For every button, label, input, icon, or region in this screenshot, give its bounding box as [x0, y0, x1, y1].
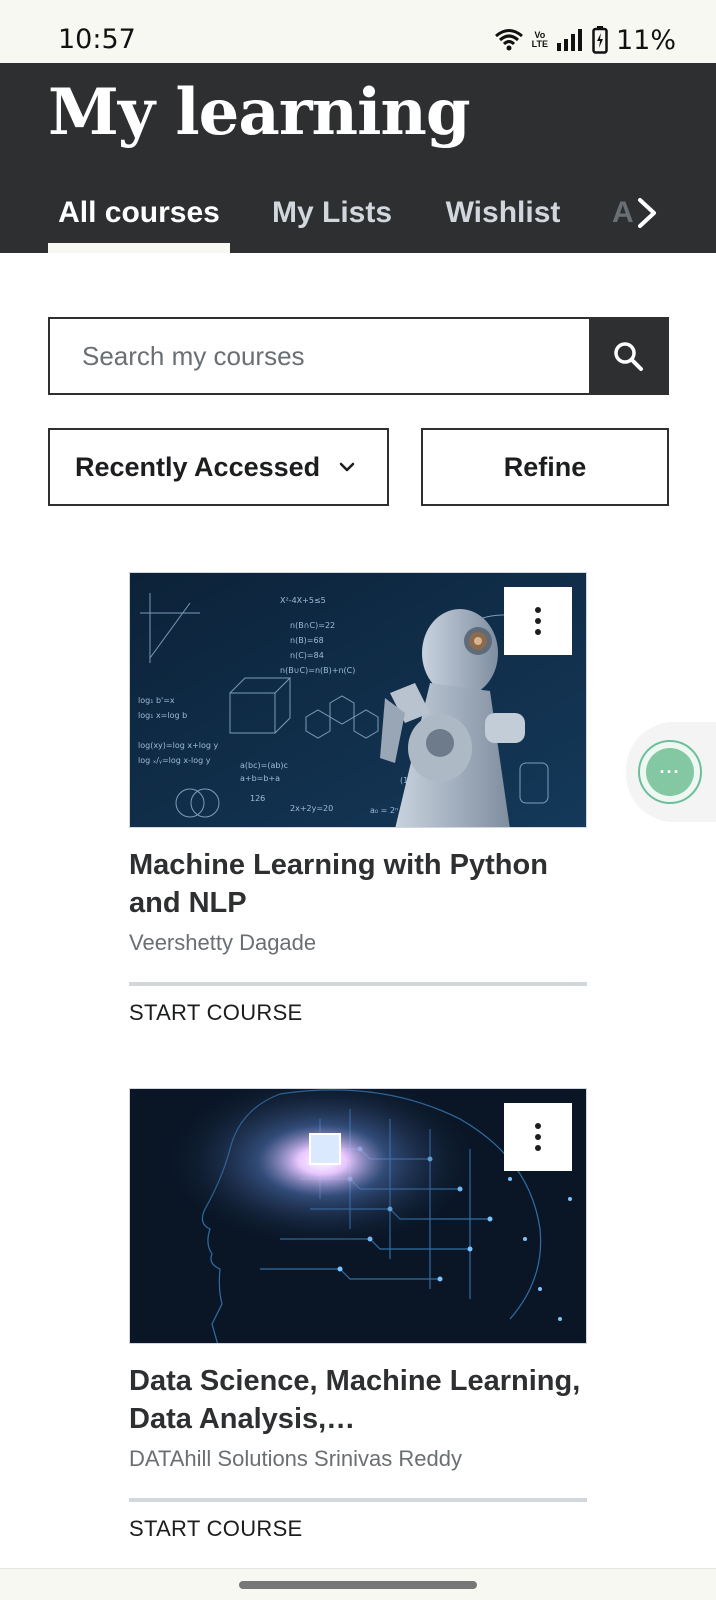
status-time: 10:57 — [58, 24, 136, 55]
course-title[interactable]: Data Science, Machine Learning, Data Ana… — [129, 1362, 587, 1438]
chat-assistant-button[interactable]: ··· — [626, 722, 716, 822]
more-options-button[interactable] — [504, 587, 572, 655]
svg-text:a₀ = 2ⁿ: a₀ = 2ⁿ — [370, 806, 398, 815]
tab-wishlist[interactable]: Wishlist — [439, 173, 567, 253]
svg-text:log₁ b'=x: log₁ b'=x — [138, 696, 175, 705]
sort-label: Recently Accessed — [75, 451, 321, 482]
status-icons: Vo LTE 11% — [494, 24, 676, 56]
search-box — [48, 317, 669, 395]
gesture-handle[interactable] — [239, 1581, 477, 1589]
chat-bubble-icon: ··· — [638, 740, 702, 804]
svg-text:a(bc)=(ab)c: a(bc)=(ab)c — [240, 761, 288, 770]
battery-percent: 11% — [615, 24, 676, 56]
course-title[interactable]: Machine Learning with Python and NLP — [129, 846, 587, 922]
chevron-down-icon — [339, 462, 355, 472]
svg-text:n(B)=68: n(B)=68 — [290, 636, 324, 645]
svg-text:log₁ x=log b: log₁ x=log b — [138, 711, 187, 720]
search-icon — [614, 342, 643, 371]
header: My learning All courses My Lists Wishlis… — [0, 63, 716, 253]
course-progress-bar — [129, 1498, 587, 1502]
start-course-link[interactable]: START COURSE — [129, 1516, 587, 1542]
svg-text:X²-4X+5≤5: X²-4X+5≤5 — [280, 596, 326, 605]
svg-text:126: 126 — [250, 794, 265, 803]
svg-text:2x+2y=20: 2x+2y=20 — [290, 804, 333, 813]
volte-icon: Vo LTE — [531, 30, 548, 49]
chevron-right-icon[interactable] — [628, 195, 664, 231]
signal-icon — [556, 29, 582, 51]
start-course-link[interactable]: START COURSE — [129, 1000, 587, 1026]
sort-dropdown[interactable]: Recently Accessed — [48, 428, 389, 506]
search-button[interactable] — [589, 319, 667, 393]
search-input[interactable] — [50, 319, 589, 393]
svg-text:log ₓ/ᵧ=log x-log y: log ₓ/ᵧ=log x-log y — [138, 756, 211, 765]
svg-text:n(B∩C)=22: n(B∩C)=22 — [290, 621, 335, 630]
course-progress-bar — [129, 982, 587, 986]
status-bar: 10:57 Vo LTE 11% — [0, 0, 716, 63]
battery-icon — [592, 26, 608, 54]
course-instructor: DATAhill Solutions Srinivas Reddy — [129, 1446, 462, 1471]
robot-formulas-thumbnail[interactable]: X²-4X+5≤5 n(B∩C)=22 n(B)=68 n(C)=84 n(B∪… — [129, 572, 587, 828]
refine-button[interactable]: Refine — [421, 428, 669, 506]
page-title: My learning — [48, 75, 471, 150]
svg-text:a+b=b+a: a+b=b+a — [240, 774, 280, 783]
tab-bar: All courses My Lists Wishlist A — [0, 173, 716, 253]
svg-text:n(B∪C)=n(B)+n(C): n(B∪C)=n(B)+n(C) — [280, 666, 355, 675]
svg-text:log(xy)=log x+log y: log(xy)=log x+log y — [138, 741, 219, 750]
tab-all-courses[interactable]: All courses — [48, 173, 230, 253]
svg-text:n(C)=84: n(C)=84 — [290, 651, 324, 660]
tab-my-lists[interactable]: My Lists — [266, 173, 398, 253]
wifi-icon — [494, 29, 523, 51]
circuit-brain-thumbnail[interactable] — [129, 1088, 587, 1344]
more-options-button[interactable] — [504, 1103, 572, 1171]
navigation-bar — [0, 1568, 716, 1600]
course-card[interactable]: X²-4X+5≤5 n(B∩C)=22 n(B)=68 n(C)=84 n(B∪… — [129, 572, 587, 1026]
course-card[interactable]: Data Science, Machine Learning, Data Ana… — [129, 1088, 587, 1542]
course-instructor: Veershetty Dagade — [129, 930, 317, 955]
